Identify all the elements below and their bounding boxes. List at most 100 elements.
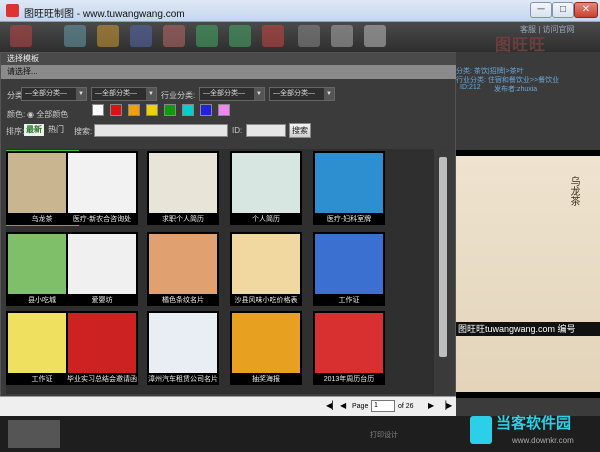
industry-select-1[interactable]: —全部分类— ▼: [199, 87, 265, 101]
save-icon[interactable]: [130, 25, 152, 47]
template-thumb-caption: 工作证: [338, 297, 360, 304]
app-icon: [6, 4, 19, 17]
all-colors-label: 全部颜色: [36, 110, 69, 119]
template-grid: 乌龙茶 医疗-新农合咨询处 求职个人简历 个人简历 医疗-妇科室牌 县小吃城 爱婴坊 橘色条纹…: [6, 149, 434, 394]
template-thumb-caption: 个人简历: [252, 216, 280, 223]
template-thumb-image: [232, 234, 300, 294]
color-label: 颜色:: [7, 110, 26, 119]
template-thumb-image: [315, 234, 383, 294]
template-thumb[interactable]: 工作证: [313, 232, 385, 306]
search-label: 搜索:: [74, 127, 93, 136]
first-page-button[interactable]: ◀▏: [326, 401, 338, 410]
template-thumb[interactable]: 沙县风味小吃价格表: [230, 232, 302, 306]
redo-icon[interactable]: [229, 25, 251, 47]
preview-title: 乌龙茶: [568, 176, 579, 206]
chevron-down-icon: ▼: [254, 88, 264, 100]
template-thumb-image: [149, 234, 217, 294]
category-select-1[interactable]: —全部分类— ▼: [21, 87, 87, 101]
template-thumb-caption: 求职个人简历: [162, 216, 204, 223]
dialog-subtitle: 请选择...: [1, 65, 457, 79]
window-title: 图旺旺制图 - www.tuwangwang.com: [24, 9, 185, 20]
preview-id: ID:212: [460, 84, 481, 91]
swatch-red[interactable]: [110, 104, 122, 116]
search-input[interactable]: [94, 124, 228, 137]
help-icon[interactable]: [364, 25, 386, 47]
template-thumb[interactable]: 医疗-妇科室牌: [313, 151, 385, 225]
hot-button[interactable]: 热门: [48, 124, 64, 136]
undo-icon[interactable]: [196, 25, 218, 47]
preview-frame: 乌龙茶: [456, 150, 600, 398]
open-icon[interactable]: [97, 25, 119, 47]
home-icon[interactable]: [10, 25, 32, 47]
id-input[interactable]: [246, 124, 286, 137]
category-select-2[interactable]: —全部分类— ▼: [91, 87, 157, 101]
export-icon[interactable]: [163, 25, 185, 47]
template-thumb[interactable]: 爱婴坊: [66, 232, 138, 306]
dialog-title: 选择模板: [1, 53, 457, 65]
template-thumb[interactable]: 医疗-新农合咨询处: [66, 151, 138, 225]
template-thumb[interactable]: 毕业实习总结会邀请函: [66, 311, 138, 385]
preview-watermark: 图旺旺tuwangwang.com 编号: [456, 322, 600, 336]
template-thumb[interactable]: 抽奖海报: [230, 311, 302, 385]
swatch-white[interactable]: [92, 104, 104, 116]
swatch-green[interactable]: [164, 104, 176, 116]
page-count: of 26: [398, 403, 414, 410]
swatch-blue[interactable]: [200, 104, 212, 116]
template-thumb-image: [232, 313, 300, 373]
template-thumb-image: [68, 153, 136, 213]
chevron-down-icon: ▼: [146, 88, 156, 100]
new-icon[interactable]: [64, 25, 86, 47]
site-watermark: 当客软件园 www.downkr.com: [470, 412, 600, 450]
next-page-button[interactable]: ▶: [428, 401, 434, 410]
swatch-orange[interactable]: [128, 104, 140, 116]
page-thumbnail[interactable]: [8, 420, 60, 448]
settings-icon[interactable]: [331, 25, 353, 47]
all-colors-radio[interactable]: ◉ 全部颜色: [27, 109, 68, 120]
search-button[interactable]: 搜索: [289, 123, 311, 138]
preview-publisher: 发布者:zhuxia: [494, 86, 538, 93]
newest-button[interactable]: 最新: [24, 124, 44, 136]
industry-label: 行业分类:: [161, 91, 196, 100]
template-thumb-caption: 医疗-妇科室牌: [326, 216, 372, 223]
template-thumb-caption: 沙县风味小吃价格表: [234, 297, 298, 304]
template-thumb-image: [149, 313, 217, 373]
prev-page-button[interactable]: ◀: [340, 401, 346, 410]
close-button[interactable]: ✕: [574, 2, 598, 18]
minimize-button[interactable]: ─: [530, 2, 552, 18]
grid-scrollbar[interactable]: [437, 149, 449, 394]
chevron-down-icon: ▼: [76, 88, 86, 100]
category-select-1-value: —全部分类—: [25, 90, 67, 97]
swatch-yellow[interactable]: [146, 104, 158, 116]
template-thumb[interactable]: 求职个人简历: [147, 151, 219, 225]
main-toolbar: 图旺旺 客服 | 访问官网: [0, 22, 600, 54]
top-links[interactable]: 客服 | 访问官网: [520, 24, 575, 35]
template-thumb-image: [149, 153, 217, 213]
template-thumb[interactable]: 漳州汽车租赁公司名片: [147, 311, 219, 385]
sort-label: 排序:: [6, 127, 25, 136]
template-thumb-caption: 橘色条纹名片: [162, 297, 204, 304]
swatch-pink[interactable]: [218, 104, 230, 116]
maximize-button[interactable]: □: [552, 2, 574, 18]
template-thumb-image: [315, 313, 383, 373]
print-design-tab[interactable]: 打印设计: [370, 430, 398, 440]
delete-icon[interactable]: [262, 25, 284, 47]
watermark-logo-icon: [470, 416, 492, 444]
preview-panel: 分类: 茶饮|招牌|>茶叶 行业分类: 住宿和餐饮业>>餐饮业 ID:212 发…: [456, 52, 600, 416]
window-titlebar: 图旺旺制图 - www.tuwangwang.com ─ □ ✕: [0, 0, 600, 22]
pager: ◀▏ ◀ Page 1 of 26 ▶ ▕▶: [0, 396, 456, 416]
template-thumb-image: [68, 234, 136, 294]
template-thumb-caption: 医疗-新农合咨询处: [72, 216, 132, 223]
watermark-url: www.downkr.com: [512, 436, 574, 445]
page-label: Page: [352, 403, 369, 410]
print-icon[interactable]: [298, 25, 320, 47]
scroll-thumb[interactable]: [439, 157, 447, 357]
chevron-down-icon: ▼: [324, 88, 334, 100]
industry-select-2[interactable]: —全部分类— ▼: [269, 87, 335, 101]
template-thumb[interactable]: 个人简历: [230, 151, 302, 225]
template-thumb-image: [315, 153, 383, 213]
page-input[interactable]: 1: [371, 400, 395, 412]
swatch-cyan[interactable]: [182, 104, 194, 116]
template-thumb[interactable]: 2013年周历台历: [313, 311, 385, 385]
template-thumb[interactable]: 橘色条纹名片: [147, 232, 219, 306]
last-page-button[interactable]: ▕▶: [440, 401, 452, 410]
